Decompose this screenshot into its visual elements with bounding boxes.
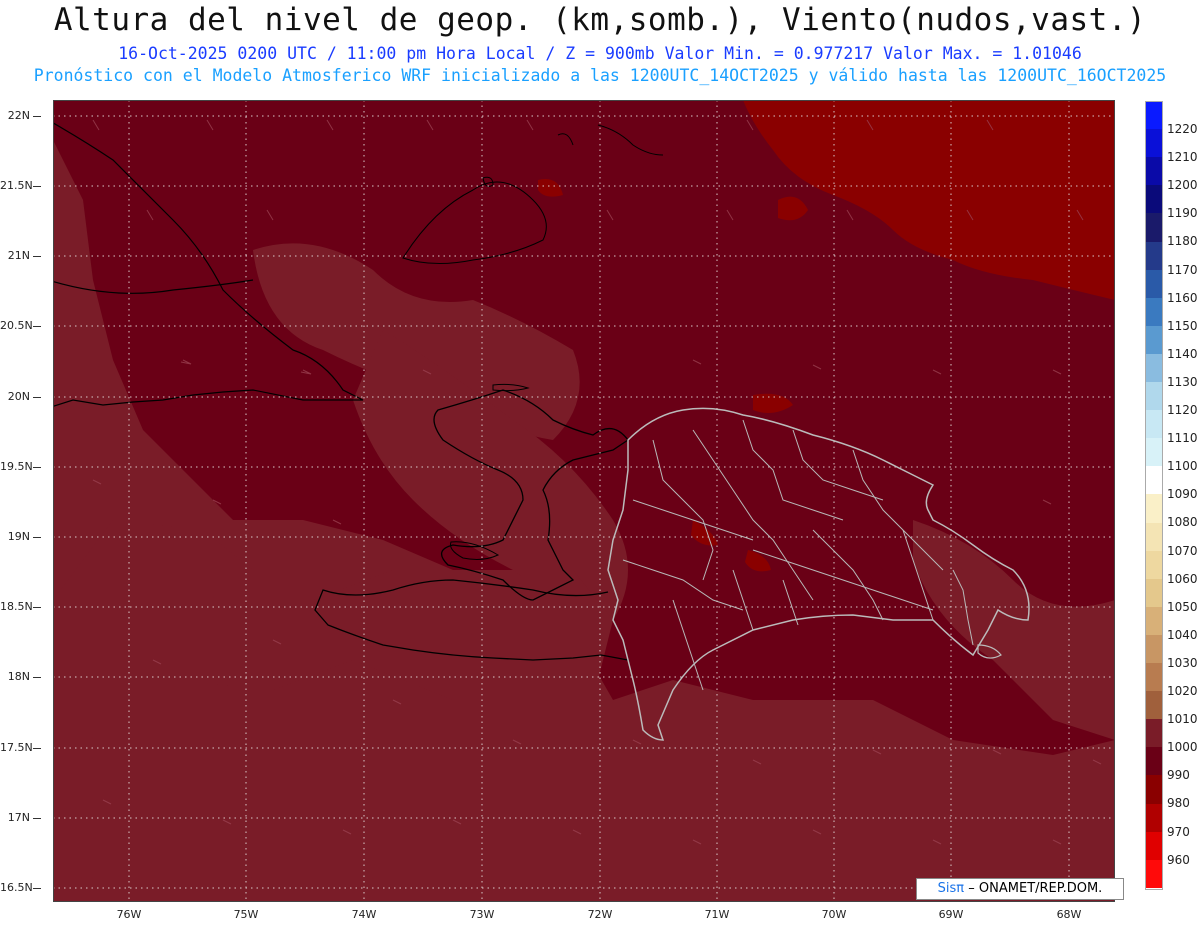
lon-label: 71W xyxy=(704,908,730,921)
lat-label: 21.5N xyxy=(0,179,33,192)
colorbar-frame xyxy=(1145,101,1163,890)
lat-label: 20.5N xyxy=(0,319,33,332)
colorbar-label: 980 xyxy=(1167,796,1190,811)
colorbar-label: 1180 xyxy=(1167,234,1198,249)
lon-label: 75W xyxy=(233,908,259,921)
lon-label: 69W xyxy=(938,908,964,921)
colorbar-label: 1160 xyxy=(1167,290,1198,305)
colorbar-label: 1130 xyxy=(1167,374,1198,389)
lon-label: 76W xyxy=(116,908,142,921)
credit-box: Sisπ – ONAMET/REP.DOM. xyxy=(916,878,1124,900)
lat-tick xyxy=(33,397,41,398)
lat-tick xyxy=(33,677,41,678)
lat-label: 19.5N xyxy=(0,460,33,473)
colorbar-label: 1220 xyxy=(1167,122,1198,136)
sispi-logo: Sisπ xyxy=(937,881,965,896)
lat-label: 22N xyxy=(7,109,30,122)
map-subtitle-model-info: Pronóstico con el Modelo Atmosferico WRF… xyxy=(33,66,1167,85)
lat-label: 17N xyxy=(7,811,30,824)
colorbar-label: 1200 xyxy=(1167,178,1198,193)
colorbar-label: 1020 xyxy=(1167,684,1198,698)
lon-label: 74W xyxy=(351,908,377,921)
lat-label: 19N xyxy=(7,530,30,543)
lat-tick xyxy=(33,888,41,889)
colorbar-label: 1210 xyxy=(1167,150,1198,165)
colorbar-label: 1050 xyxy=(1167,599,1198,614)
colorbar-label: 1100 xyxy=(1167,459,1198,474)
lat-label: 18N xyxy=(7,670,30,683)
colorbar-label: 1170 xyxy=(1167,262,1198,277)
lat-tick xyxy=(33,607,41,608)
lat-tick xyxy=(33,748,41,749)
map-subtitle-valid-time: 16-Oct-2025 0200 UTC / 11:00 pm Hora Loc… xyxy=(118,44,1082,63)
map-title: Altura del nivel de geop. (km,somb.), Vi… xyxy=(53,2,1147,38)
colorbar-label: 1030 xyxy=(1167,655,1198,670)
colorbar-label: 970 xyxy=(1167,824,1190,839)
colorbar-label: 1140 xyxy=(1167,346,1198,361)
lat-tick xyxy=(33,326,41,327)
credit-text: – ONAMET/REP.DOM. xyxy=(968,881,1103,896)
colorbar-label: 1090 xyxy=(1167,487,1198,502)
colorbar-label: 1010 xyxy=(1167,712,1198,727)
map-panel xyxy=(53,100,1115,902)
lat-tick xyxy=(33,818,41,819)
lat-tick xyxy=(33,256,41,257)
colorbar-label: 1080 xyxy=(1167,515,1198,530)
colorbar-label: 960 xyxy=(1167,852,1190,867)
colorbar-label: 1190 xyxy=(1167,206,1198,221)
colorbar-label: 1060 xyxy=(1167,571,1198,586)
lon-label: 73W xyxy=(469,908,495,921)
lat-tick xyxy=(33,116,41,117)
lat-tick xyxy=(33,186,41,187)
lat-label: 20N xyxy=(7,390,30,403)
lat-tick xyxy=(33,467,41,468)
lat-tick xyxy=(33,537,41,538)
colorbar-label: 1000 xyxy=(1167,740,1198,755)
lat-label: 21N xyxy=(7,249,30,262)
lat-label: 17.5N xyxy=(0,741,33,754)
lon-label: 72W xyxy=(587,908,613,921)
lat-label: 18.5N xyxy=(0,600,33,613)
colorbar-label: 1110 xyxy=(1167,431,1198,446)
colorbar-label: 1040 xyxy=(1167,627,1198,642)
lon-label: 68W xyxy=(1056,908,1082,921)
lat-label: 16.5N xyxy=(0,881,33,894)
lon-label: 70W xyxy=(821,908,847,921)
colorbar-label: 1150 xyxy=(1167,318,1198,333)
colorbar-label: 1120 xyxy=(1167,403,1198,417)
colorbar-label: 1070 xyxy=(1167,543,1198,558)
colorbar-label: 990 xyxy=(1167,768,1190,783)
